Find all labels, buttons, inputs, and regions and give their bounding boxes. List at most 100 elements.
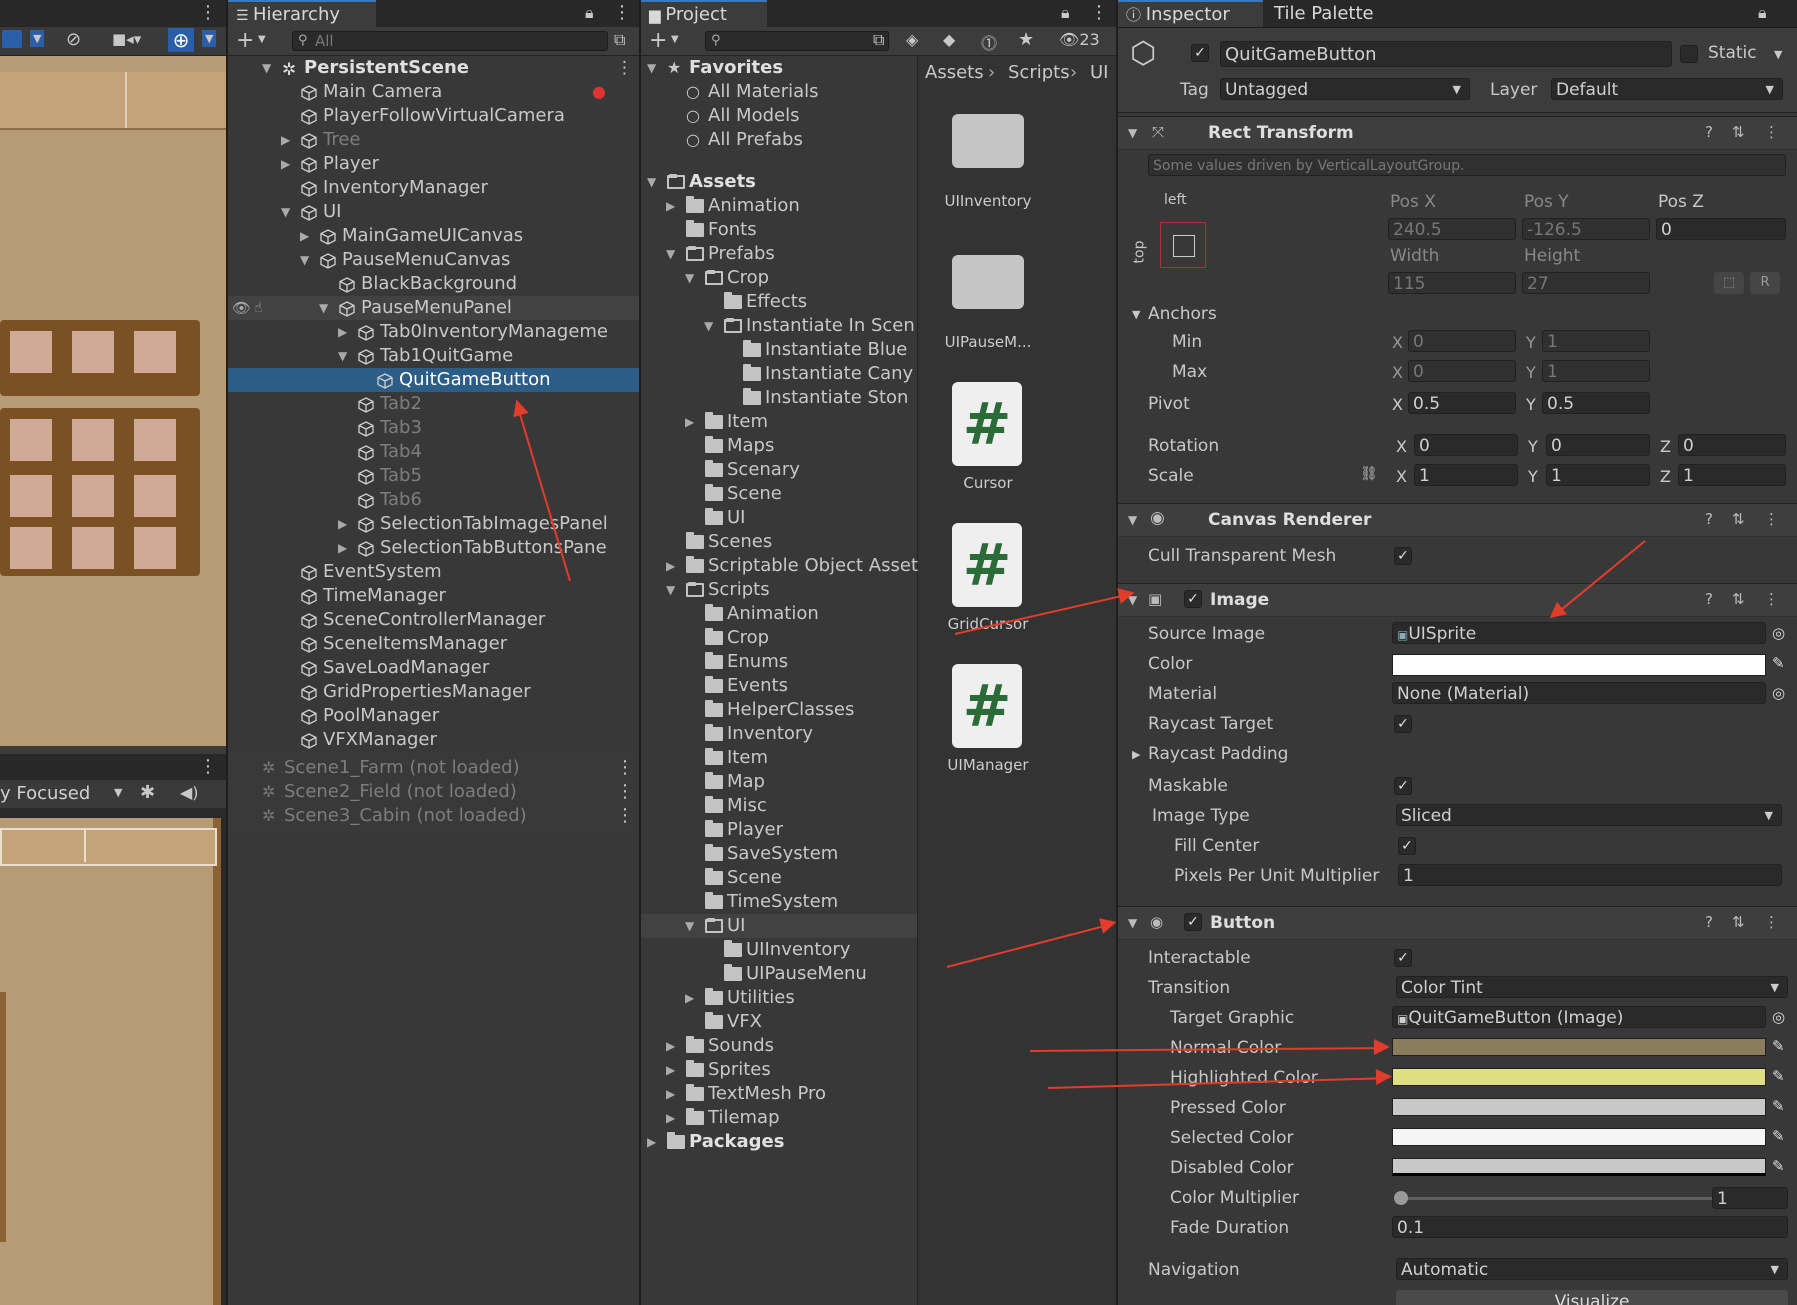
- project-tree-item[interactable]: Enums: [641, 650, 917, 674]
- type-filter-icon[interactable]: ◈: [906, 30, 918, 49]
- lock-icon[interactable]: 🔒︎: [585, 3, 594, 23]
- maskable-checkbox[interactable]: ✓: [1394, 777, 1412, 795]
- scene-canvas[interactable]: [0, 56, 226, 746]
- highlighted-color-swatch[interactable]: [1392, 1068, 1766, 1086]
- hierarchy-menu-icon[interactable]: ⋮: [613, 2, 631, 23]
- inspector-panel[interactable]: ⓘ Inspector Tile Palette 🔒︎ ⬡ ✓ QuitGame…: [1118, 0, 1797, 1305]
- project-menu-icon[interactable]: ⋮: [1090, 2, 1108, 23]
- color-multiplier-field[interactable]: 1: [1712, 1187, 1788, 1209]
- expanded-arrow-icon[interactable]: ▼: [262, 56, 271, 80]
- color-multiplier-slider-track[interactable]: [1398, 1197, 1728, 1200]
- hierarchy-item[interactable]: SceneItemsManager: [228, 632, 639, 656]
- project-tree-item[interactable]: SaveSystem: [641, 842, 917, 866]
- project-tree-item[interactable]: ○ All Prefabs: [641, 128, 917, 152]
- expanded-arrow-icon[interactable]: ▼: [666, 578, 675, 602]
- project-tree-item[interactable]: Instantiate Ston: [641, 386, 917, 410]
- hierarchy-item[interactable]: Tab6: [228, 488, 639, 512]
- hierarchy-item[interactable]: SaveLoadManager: [228, 656, 639, 680]
- anchors-foldout-icon[interactable]: ▼: [1132, 308, 1140, 321]
- project-tree-item[interactable]: HelperClasses: [641, 698, 917, 722]
- presets-icon[interactable]: ⇅: [1732, 590, 1745, 608]
- project-tree-item[interactable]: Map: [641, 770, 917, 794]
- scene-menu-icon[interactable]: ⋮: [199, 2, 217, 23]
- scale-x-field[interactable]: 1: [1414, 464, 1518, 486]
- project-search-input[interactable]: ⚲: [705, 31, 889, 51]
- project-tree-item[interactable]: ▶ Sounds: [641, 1034, 917, 1058]
- expanded-arrow-icon[interactable]: ▼: [647, 56, 656, 80]
- expanded-arrow-icon[interactable]: ▼: [338, 344, 347, 368]
- disabled-color-swatch[interactable]: [1392, 1158, 1766, 1176]
- breadcrumb-item[interactable]: Scripts: [1008, 56, 1070, 90]
- component-menu-icon[interactable]: ⋮: [1764, 123, 1779, 141]
- unloaded-scene-item[interactable]: ✲ Scene2_Field (not loaded) ⋮: [228, 780, 639, 804]
- camera-icon[interactable]: ■◂▾: [112, 30, 141, 48]
- project-tree-item[interactable]: ▶ Item: [641, 410, 917, 434]
- scene-menu-icon[interactable]: ⋮: [616, 56, 633, 80]
- component-menu-icon[interactable]: ⋮: [1764, 510, 1779, 528]
- blueprint-mode-button[interactable]: ⬚: [1714, 272, 1744, 294]
- anchor-preset-button[interactable]: [1160, 222, 1206, 268]
- lock-icon[interactable]: 🔒︎: [1061, 3, 1070, 23]
- project-tree-item[interactable]: Misc: [641, 794, 917, 818]
- rect-transform-header[interactable]: ▼ ⤧ Rect Transform ? ⇅ ⋮: [1118, 116, 1797, 150]
- audio-icon[interactable]: ◀): [180, 783, 199, 802]
- project-tree-item[interactable]: ▶ TextMesh Pro: [641, 1082, 917, 1106]
- expanded-arrow-icon[interactable]: ▼: [319, 296, 328, 320]
- raw-edit-button[interactable]: R: [1750, 272, 1780, 294]
- project-tree-item[interactable]: Instantiate Blue: [641, 338, 917, 362]
- search-scope-icon[interactable]: ⧉: [873, 30, 884, 50]
- hierarchy-item[interactable]: ▶ MainGameUICanvas: [228, 224, 639, 248]
- visibility-eye-icon[interactable]: 👁︎: [232, 296, 251, 320]
- material-field[interactable]: None (Material): [1392, 682, 1766, 704]
- collapsed-arrow-icon[interactable]: ▶: [666, 1106, 675, 1130]
- tab-inspector[interactable]: ⓘ Inspector: [1118, 0, 1263, 27]
- hierarchy-item[interactable]: Tab2: [228, 392, 639, 416]
- link-icon[interactable]: ⛓: [1360, 466, 1378, 482]
- project-tree-item[interactable]: ▼ Instantiate In Scen: [641, 314, 917, 338]
- project-tree-item[interactable]: Scene: [641, 866, 917, 890]
- csharp-script-icon[interactable]: #: [952, 382, 1022, 466]
- normal-color-swatch[interactable]: [1392, 1038, 1766, 1056]
- hierarchy-item-selected[interactable]: QuitGameButton: [228, 368, 639, 392]
- project-tree-item[interactable]: Item: [641, 746, 917, 770]
- collapsed-arrow-icon[interactable]: ▶: [281, 152, 290, 176]
- visualize-button[interactable]: Visualize: [1396, 1290, 1788, 1305]
- tab-project[interactable]: ▆ Project: [641, 0, 767, 27]
- collapsed-arrow-icon[interactable]: ▶: [666, 194, 675, 218]
- ppu-field[interactable]: 1: [1398, 864, 1782, 886]
- foldout-icon[interactable]: ▼: [1128, 593, 1137, 607]
- image-color-swatch[interactable]: [1392, 654, 1766, 676]
- canvas-renderer-header[interactable]: ▼ ◉ Canvas Renderer ? ⇅ ⋮: [1118, 503, 1797, 537]
- collapsed-arrow-icon[interactable]: ▶: [666, 1058, 675, 1082]
- add-icon[interactable]: +: [236, 28, 254, 53]
- tab-tile-palette[interactable]: Tile Palette: [1266, 0, 1374, 27]
- project-tree-item[interactable]: ○ All Materials: [641, 80, 917, 104]
- hierarchy-item[interactable]: BlackBackground: [228, 272, 639, 296]
- tag-dropdown[interactable]: Untagged: [1220, 78, 1470, 100]
- collapsed-arrow-icon[interactable]: ▶: [338, 536, 347, 560]
- project-tree-item[interactable]: Scene: [641, 482, 917, 506]
- hierarchy-item[interactable]: ▶ SelectionTabImagesPanel: [228, 512, 639, 536]
- target-graphic-field[interactable]: ▣QuitGameButton (Image): [1392, 1006, 1766, 1028]
- project-tree-item[interactable]: ▼ UI: [641, 914, 917, 938]
- star-icon[interactable]: ★: [1018, 29, 1034, 50]
- project-tree-item[interactable]: Scenes: [641, 530, 917, 554]
- add-icon[interactable]: +: [649, 28, 667, 53]
- project-tree-item[interactable]: ▼ Assets: [641, 170, 917, 194]
- help-icon[interactable]: ?: [1705, 590, 1713, 608]
- raycast-target-checkbox[interactable]: ✓: [1394, 715, 1412, 733]
- hierarchy-item[interactable]: ▼ UI: [228, 200, 639, 224]
- hierarchy-item[interactable]: ▼ PauseMenuCanvas: [228, 248, 639, 272]
- hierarchy-item[interactable]: VFXManager: [228, 728, 639, 752]
- hidden-packages-icon[interactable]: 👁︎23: [1059, 30, 1100, 49]
- hierarchy-item[interactable]: PoolManager: [228, 704, 639, 728]
- expanded-arrow-icon[interactable]: ▼: [300, 248, 309, 272]
- project-tree-item[interactable]: Fonts: [641, 218, 917, 242]
- eyedropper-icon[interactable]: ✎: [1772, 1157, 1785, 1175]
- project-tree-item[interactable]: ▼ Scripts: [641, 578, 917, 602]
- hierarchy-item[interactable]: EventSystem: [228, 560, 639, 584]
- chevron-down-icon[interactable]: ▼: [114, 786, 122, 799]
- unloaded-scene-item[interactable]: ✲ Scene1_Farm (not loaded) ⋮: [228, 756, 639, 780]
- navigation-dropdown[interactable]: Automatic: [1396, 1258, 1788, 1280]
- chevron-down-icon[interactable]: ▼: [1774, 48, 1782, 61]
